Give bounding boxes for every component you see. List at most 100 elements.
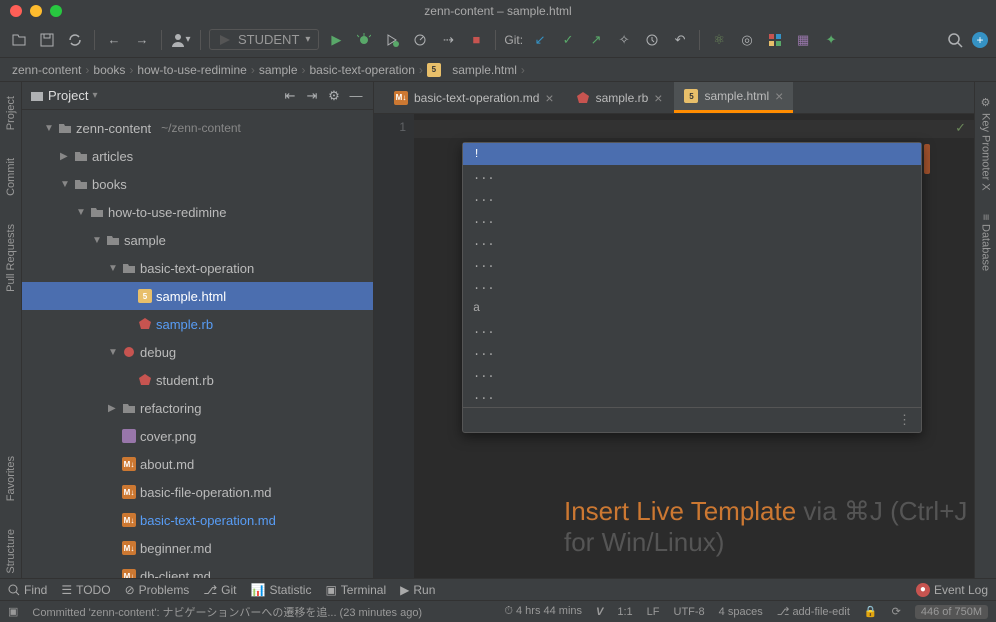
completion-item[interactable]: ... bbox=[463, 319, 921, 341]
popup-scrollbar[interactable] bbox=[924, 144, 930, 174]
coverage-icon[interactable] bbox=[381, 29, 403, 51]
grid-icon[interactable] bbox=[764, 29, 786, 51]
tree-item-zenn-content[interactable]: ▼zenn-content~/zenn-content bbox=[22, 114, 373, 142]
bb-git[interactable]: ⎇ Git bbox=[203, 583, 236, 597]
completion-item[interactable]: a bbox=[463, 297, 921, 319]
completion-item[interactable]: ... bbox=[463, 363, 921, 385]
tab-close-icon[interactable]: × bbox=[775, 88, 783, 104]
update-icon[interactable]: + bbox=[972, 32, 988, 48]
bb-event-log[interactable]: ●Event Log bbox=[916, 583, 988, 597]
refresh-icon[interactable] bbox=[64, 29, 86, 51]
tree-item-about.md[interactable]: M↓about.md bbox=[22, 450, 373, 478]
git-revert-icon[interactable]: ↶ bbox=[669, 29, 691, 51]
expand-icon[interactable]: ⇥ bbox=[303, 87, 321, 105]
completion-item[interactable]: ... bbox=[463, 231, 921, 253]
bb-run[interactable]: ▶ Run bbox=[400, 583, 435, 597]
check-icon[interactable]: ✓ bbox=[955, 120, 966, 136]
tab-favorites[interactable]: Favorites bbox=[3, 452, 19, 505]
tab-sample.html[interactable]: 5sample.html× bbox=[674, 82, 793, 113]
tree-item-student.rb[interactable]: student.rb bbox=[22, 366, 373, 394]
open-icon[interactable] bbox=[8, 29, 30, 51]
profile-icon[interactable] bbox=[409, 29, 431, 51]
user-icon[interactable]: ▾ bbox=[170, 29, 192, 51]
tree-item-articles[interactable]: ▶articles bbox=[22, 142, 373, 170]
sb-vim[interactable]: V bbox=[596, 606, 603, 618]
popup-more-icon[interactable]: ⋮ bbox=[898, 412, 911, 427]
completion-item[interactable]: ... bbox=[463, 385, 921, 407]
tree-item-sample.rb[interactable]: sample.rb bbox=[22, 310, 373, 338]
tree-item-beginner.md[interactable]: M↓beginner.md bbox=[22, 534, 373, 562]
tree-item-books[interactable]: ▼books bbox=[22, 170, 373, 198]
sb-lock-icon[interactable]: 🔒 bbox=[864, 605, 878, 618]
sb-sync-icon[interactable]: ⟳ bbox=[892, 605, 901, 618]
sb-enc[interactable]: UTF-8 bbox=[674, 606, 705, 618]
tab-commit[interactable]: Commit bbox=[3, 154, 19, 200]
gear-icon[interactable]: ⚙ bbox=[325, 87, 343, 105]
tree-item-basic-file-operation.md[interactable]: M↓basic-file-operation.md bbox=[22, 478, 373, 506]
git-history-icon[interactable]: ✧ bbox=[613, 29, 635, 51]
tree-item-db-client.md[interactable]: M↓db-client.md bbox=[22, 562, 373, 578]
minimize-window[interactable] bbox=[30, 5, 42, 17]
target-icon[interactable]: ◎ bbox=[736, 29, 758, 51]
tree-item-debug[interactable]: ▼debug bbox=[22, 338, 373, 366]
bb-problems[interactable]: ⊘ Problems bbox=[125, 583, 190, 597]
collapse-all-icon[interactable]: ⇤ bbox=[281, 87, 299, 105]
sb-branch[interactable]: ⎇ add-file-edit bbox=[777, 605, 850, 618]
completion-item[interactable]: ... bbox=[463, 209, 921, 231]
run-icon[interactable]: ▶ bbox=[325, 29, 347, 51]
bb-statistic[interactable]: 📊 Statistic bbox=[250, 583, 311, 597]
git-update-icon[interactable]: ↙ bbox=[529, 29, 551, 51]
sb-clock[interactable]: ⏱ 4 hrs 44 mins bbox=[504, 605, 582, 618]
project-tree[interactable]: ▼zenn-content~/zenn-content▶articles▼boo… bbox=[22, 110, 373, 578]
tab-project[interactable]: Project bbox=[3, 92, 19, 134]
ai-icon[interactable]: ⚛ bbox=[708, 29, 730, 51]
bc-4[interactable]: basic-text-operation bbox=[310, 63, 415, 77]
bb-terminal[interactable]: ▣ Terminal bbox=[325, 583, 386, 597]
tab-basic-text-operation.md[interactable]: M↓basic-text-operation.md× bbox=[384, 84, 564, 112]
save-icon[interactable] bbox=[36, 29, 58, 51]
search-icon[interactable] bbox=[944, 29, 966, 51]
tab-key-promoter[interactable]: ⚙ Key Promoter X bbox=[977, 92, 994, 195]
tree-item-sample[interactable]: ▼sample bbox=[22, 226, 373, 254]
sb-lf[interactable]: LF bbox=[647, 606, 660, 618]
tab-pull-requests[interactable]: Pull Requests bbox=[3, 220, 19, 296]
tab-sample.rb[interactable]: sample.rb× bbox=[566, 84, 673, 112]
completion-popup[interactable]: !..................a............⋮ bbox=[462, 142, 922, 433]
tree-item-how-to-use-redimine[interactable]: ▼how-to-use-redimine bbox=[22, 198, 373, 226]
tree-item-basic-text-operation.md[interactable]: M↓basic-text-operation.md bbox=[22, 506, 373, 534]
tree-item-refactoring[interactable]: ▶refactoring bbox=[22, 394, 373, 422]
git-commit-icon[interactable]: ✓ bbox=[557, 29, 579, 51]
forward-icon[interactable]: → bbox=[131, 29, 153, 51]
hide-icon[interactable]: — bbox=[347, 87, 365, 105]
sb-pos[interactable]: 1:1 bbox=[617, 606, 632, 618]
bc-1[interactable]: books bbox=[93, 63, 125, 77]
bc-0[interactable]: zenn-content bbox=[12, 63, 81, 77]
tree-item-basic-text-operation[interactable]: ▼basic-text-operation bbox=[22, 254, 373, 282]
plugin-icon[interactable]: ✦ bbox=[820, 29, 842, 51]
completion-item[interactable]: ... bbox=[463, 253, 921, 275]
completion-item[interactable]: ... bbox=[463, 341, 921, 363]
completion-item[interactable]: ... bbox=[463, 165, 921, 187]
sidebar-title[interactable]: Project ▾ bbox=[30, 88, 275, 103]
bb-todo[interactable]: ☰ TODO bbox=[61, 583, 110, 597]
completion-item[interactable]: ... bbox=[463, 187, 921, 209]
tab-close-icon[interactable]: × bbox=[545, 90, 553, 106]
debug-icon[interactable] bbox=[353, 29, 375, 51]
git-clock-icon[interactable] bbox=[641, 29, 663, 51]
tab-close-icon[interactable]: × bbox=[654, 90, 662, 106]
bc-5[interactable]: 5 sample.html bbox=[427, 63, 517, 77]
tree-item-cover.png[interactable]: cover.png bbox=[22, 422, 373, 450]
git-push-icon[interactable]: ↗ bbox=[585, 29, 607, 51]
attach-icon[interactable]: ⇢ bbox=[437, 29, 459, 51]
bc-2[interactable]: how-to-use-redimine bbox=[137, 63, 246, 77]
completion-item[interactable]: ! bbox=[463, 143, 921, 165]
stop-icon[interactable]: ■ bbox=[465, 29, 487, 51]
tab-database[interactable]: ≡ Database bbox=[978, 210, 994, 276]
sb-memory[interactable]: 446 of 750M bbox=[915, 605, 988, 619]
run-config-dropdown[interactable]: STUDENT ▾ bbox=[209, 29, 319, 50]
tab-structure[interactable]: Structure bbox=[3, 525, 19, 578]
bb-find[interactable]: Find bbox=[8, 583, 47, 597]
sb-tool-window[interactable]: ▣ bbox=[8, 605, 18, 618]
db-tool-icon[interactable]: ▦ bbox=[792, 29, 814, 51]
maximize-window[interactable] bbox=[50, 5, 62, 17]
